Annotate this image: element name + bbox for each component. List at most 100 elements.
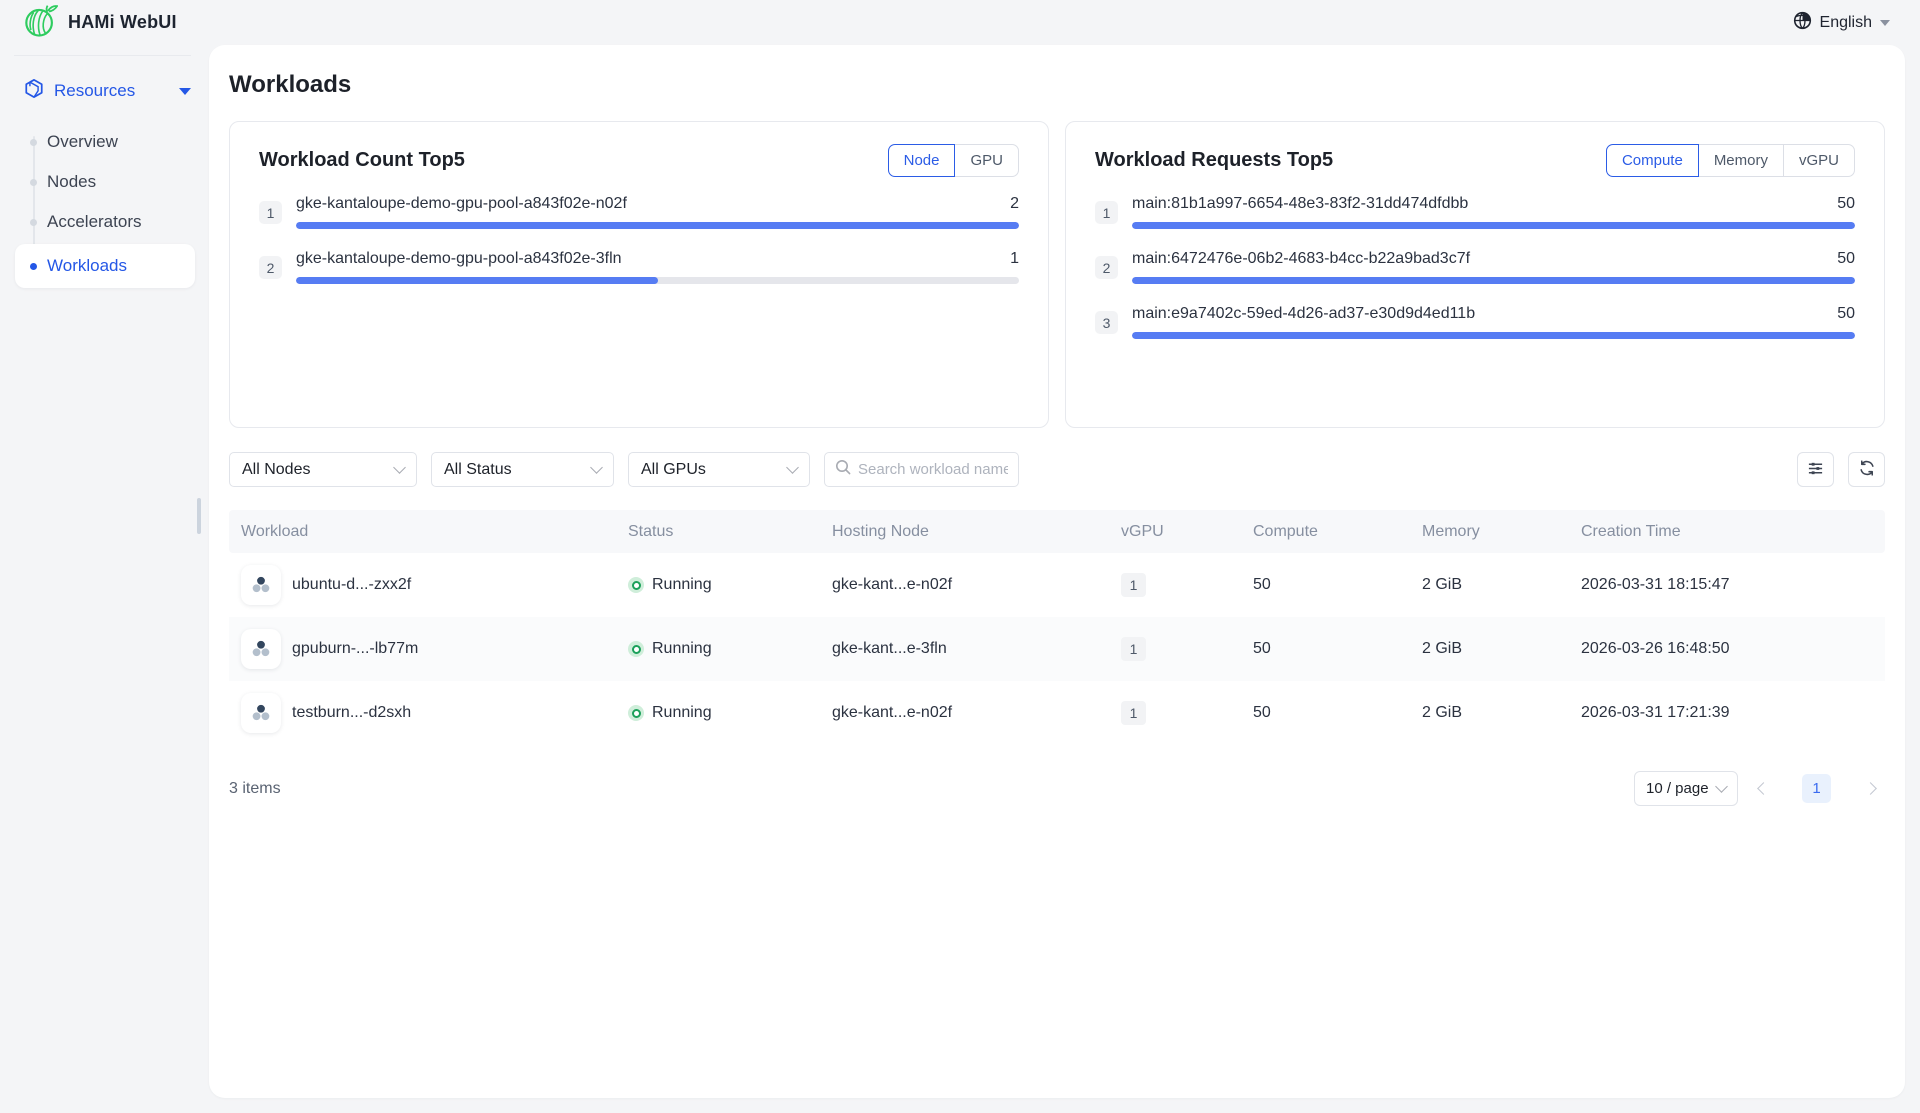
collapse-caret-icon [179,88,191,95]
chevron-down-icon [1715,780,1728,793]
sidebar-resize-handle[interactable] [197,498,201,534]
count-top5-row-content: gke-kantaloupe-demo-gpu-pool-a843f02e-3f… [296,250,1019,284]
status-text: Running [652,704,712,722]
nodes-filter-select[interactable]: All Nodes [229,452,417,487]
topbar: HAMi WebUI English [0,0,1920,45]
creation-time: 2026-03-31 18:15:47 [1569,576,1885,594]
bar-fill [296,277,658,284]
rank-badge: 1 [1095,201,1118,224]
status-running-icon [628,577,644,593]
total-items-label: 3 items [229,780,281,798]
language-selector[interactable]: English [1793,11,1890,35]
toggle-memory-button[interactable]: Memory [1698,144,1784,177]
filters-row: All Nodes All Status All GPUs [229,452,1885,487]
vgpu-badge: 1 [1121,573,1146,597]
workload-pod-icon [248,636,274,662]
count-row-value: 2 [1010,195,1019,213]
memory-value: 2 GiB [1410,576,1569,594]
count-row-label: gke-kantaloupe-demo-gpu-pool-a843f02e-n0… [296,195,627,213]
workload-requests-top5-header: Workload Requests Top5 Compute Memory vG… [1095,144,1855,177]
pod-chip [241,565,281,605]
sidebar-item-resources-label: Resources [54,81,179,101]
sidebar-item-workloads-label: Workloads [47,256,127,276]
next-page-button[interactable] [1855,774,1885,804]
table-row[interactable]: gpuburn-...-lb77m Running gke-kant...e-3… [229,617,1885,681]
sidebar-item-overview[interactable]: Overview [0,122,209,162]
bar-fill [1132,332,1855,339]
bar-track [1132,332,1855,339]
requests-top5-row-content: main:81b1a997-6654-48e3-83f2-31dd474dfdb… [1132,195,1855,229]
requests-row-label: main:6472476e-06b2-4683-b4cc-b22a9bad3c7… [1132,250,1470,268]
bullet-dot-icon [30,179,37,186]
refresh-icon [1858,459,1876,480]
app-title: HAMi WebUI [68,12,177,33]
workload-count-top5-card: Workload Count Top5 Node GPU 1 gke-kanta… [229,121,1049,428]
nodes-filter-value: All Nodes [242,461,310,479]
toggle-node-button[interactable]: Node [888,144,956,177]
requests-row-value: 50 [1837,250,1855,268]
memory-value: 2 GiB [1410,704,1569,722]
hosting-node: gke-kant...e-n02f [820,576,1109,594]
column-header-creation-time: Creation Time [1569,523,1885,541]
creation-time: 2026-03-31 17:21:39 [1569,704,1885,722]
current-page-button[interactable]: 1 [1802,774,1831,803]
workload-name[interactable]: testburn...-d2sxh [292,704,411,722]
toggle-gpu-button[interactable]: GPU [954,144,1019,177]
gpus-filter-select[interactable]: All GPUs [628,452,810,487]
chevron-down-icon [1880,20,1890,26]
compute-value: 50 [1241,576,1410,594]
table-header-row: Workload Status Hosting Node vGPU Comput… [229,510,1885,553]
gpus-filter-value: All GPUs [641,461,706,479]
column-header-compute: Compute [1241,523,1410,541]
page-size-value: 10 / page [1646,780,1709,797]
sidebar-item-nodes[interactable]: Nodes [0,162,209,202]
rank-badge: 3 [1095,311,1118,334]
hami-logo-icon [22,2,58,44]
hosting-node: gke-kant...e-3fln [820,640,1109,658]
workload-requests-top5-card: Workload Requests Top5 Compute Memory vG… [1065,121,1885,428]
bar-track [296,277,1019,284]
status-text: Running [652,576,712,594]
toggle-compute-button[interactable]: Compute [1606,144,1699,177]
chevron-left-icon [1757,782,1770,795]
bullet-dot-icon [30,139,37,146]
chevron-right-icon [1864,782,1877,795]
workload-name[interactable]: ubuntu-d...-zxx2f [292,576,411,594]
workload-pod-icon [248,572,274,598]
requests-row-value: 50 [1837,305,1855,323]
main-content: Workloads Workload Count Top5 Node GPU 1… [209,45,1905,1098]
sidebar-submenu: Overview Nodes Accelerators Workloads [0,122,209,288]
status-running-icon [628,641,644,657]
column-header-status: Status [616,523,820,541]
creation-time: 2026-03-26 16:48:50 [1569,640,1885,658]
workload-search-input[interactable] [858,461,1008,478]
status-filter-select[interactable]: All Status [431,452,614,487]
workload-requests-top5-title: Workload Requests Top5 [1095,149,1333,172]
table-row[interactable]: testburn...-d2sxh Running gke-kant...e-n… [229,681,1885,745]
table-footer: 3 items 10 / page 1 [229,771,1885,806]
rank-badge: 1 [259,201,282,224]
status-running-icon [628,705,644,721]
requests-top5-row-content: main:e9a7402c-59ed-4d26-ad37-e30d9d4ed11… [1132,305,1855,339]
sidebar-item-resources[interactable]: Resources [0,70,209,112]
app-root: HAMi WebUI English Resource [0,0,1920,1113]
requests-row-value: 50 [1837,195,1855,213]
count-toggle-group: Node GPU [888,144,1019,177]
table-row[interactable]: ubuntu-d...-zxx2f Running gke-kant...e-n… [229,553,1885,617]
column-settings-button[interactable] [1797,452,1834,487]
page-size-select[interactable]: 10 / page [1634,771,1738,806]
sidebar-item-workloads[interactable]: Workloads [15,244,195,288]
hosting-node: gke-kant...e-n02f [820,704,1109,722]
sidebar-item-accelerators[interactable]: Accelerators [0,202,209,242]
workload-name[interactable]: gpuburn-...-lb77m [292,640,418,658]
chevron-down-icon [393,461,406,474]
sidebar-item-accelerators-label: Accelerators [47,212,141,232]
workload-pod-icon [248,700,274,726]
refresh-button[interactable] [1848,452,1885,487]
toggle-vgpu-button[interactable]: vGPU [1783,144,1855,177]
memory-value: 2 GiB [1410,640,1569,658]
sidebar-divider [14,55,191,56]
column-header-memory: Memory [1410,523,1569,541]
count-top5-row: 1 gke-kantaloupe-demo-gpu-pool-a843f02e-… [259,195,1019,229]
prev-page-button[interactable] [1748,774,1778,804]
